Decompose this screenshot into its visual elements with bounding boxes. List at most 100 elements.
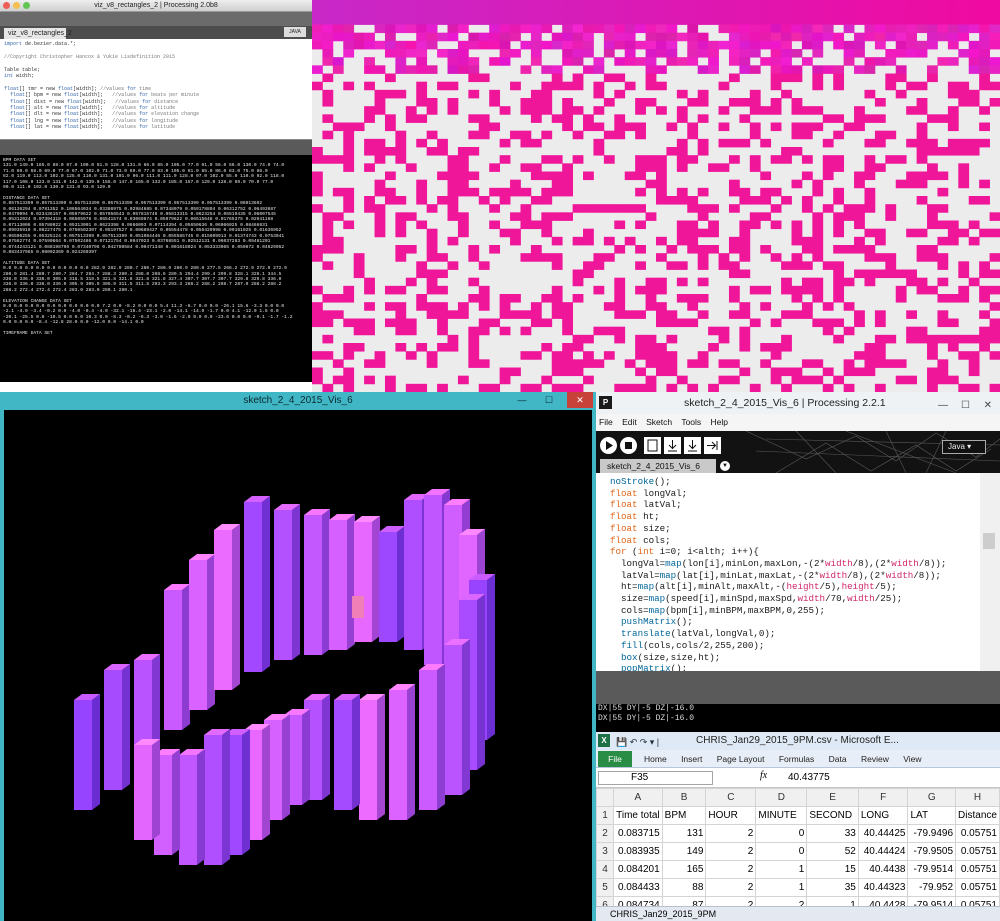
heatmap-cell — [781, 343, 792, 352]
table-cell[interactable]: LAT — [907, 806, 957, 825]
table-cell[interactable]: 0.05751 — [955, 878, 1000, 897]
menu-sketch[interactable]: Sketch — [646, 417, 672, 427]
code-editor[interactable]: noStroke(); float longVal; float latVal; fl… — [596, 473, 980, 671]
table-cell[interactable]: 0.05751 — [955, 824, 1000, 843]
menu-tools[interactable]: Tools — [681, 417, 701, 427]
export-icon[interactable] — [704, 437, 721, 454]
tab-data[interactable]: Data — [829, 754, 847, 764]
table-cell[interactable]: 2 — [705, 842, 757, 861]
minimize-dot-icon[interactable] — [13, 2, 20, 9]
column-header[interactable]: F — [857, 788, 909, 807]
table-cell[interactable]: 149 — [661, 842, 707, 861]
table-cell[interactable]: 40.4438 — [857, 860, 909, 879]
name-box[interactable]: F35 — [598, 771, 713, 785]
table-cell[interactable]: 0.05751 — [955, 842, 1000, 861]
table-cell[interactable]: BPM — [661, 806, 707, 825]
tab-review[interactable]: Review — [861, 754, 889, 764]
row-header[interactable]: 3 — [596, 842, 615, 861]
column-header[interactable]: B — [661, 788, 707, 807]
minimize-button[interactable]: — — [512, 392, 532, 408]
table-cell[interactable]: 2 — [705, 860, 757, 879]
table-cell[interactable]: MINUTE — [755, 806, 808, 825]
menu-edit[interactable]: Edit — [622, 417, 637, 427]
table-cell[interactable]: Distance — [955, 806, 1000, 825]
sketch-tab[interactable]: sketch_2_4_2015_Vis_6 — [600, 459, 716, 473]
column-header[interactable]: C — [705, 788, 757, 807]
table-cell[interactable]: -79.9496 — [907, 824, 957, 843]
table-cell[interactable]: SECOND — [806, 806, 859, 825]
menu-help[interactable]: Help — [711, 417, 728, 427]
row-header[interactable]: 5 — [596, 878, 615, 897]
table-cell[interactable]: 0.083935 — [613, 842, 663, 861]
maximize-icon[interactable]: ☐ — [961, 395, 970, 417]
code-editor[interactable]: import de.bezier.data.*; //Copyright Chr… — [0, 39, 312, 139]
column-header[interactable]: A — [613, 788, 663, 807]
table-cell[interactable]: 0 — [755, 824, 808, 843]
minimize-icon[interactable]: — — [938, 395, 948, 417]
table-cell[interactable]: 165 — [661, 860, 707, 879]
table-cell[interactable]: Time total — [613, 806, 663, 825]
stop-button[interactable] — [620, 437, 637, 454]
column-header[interactable] — [596, 788, 615, 807]
table-cell[interactable]: 0.083715 — [613, 824, 663, 843]
new-sketch-icon[interactable] — [644, 437, 661, 454]
table-cell[interactable]: 88 — [661, 878, 707, 897]
row-header[interactable]: 1 — [596, 806, 615, 825]
maximize-button[interactable]: ☐ — [538, 392, 560, 408]
table-cell[interactable]: 0.084433 — [613, 878, 663, 897]
table-cell[interactable]: 52 — [806, 842, 859, 861]
table-cell[interactable]: HOUR — [705, 806, 757, 825]
column-header[interactable]: H — [955, 788, 1000, 807]
table-cell[interactable]: 35 — [806, 878, 859, 897]
sketch-tab[interactable]: viz_v8_rectangles_2 — [4, 28, 72, 39]
tab-menu-arrow-icon[interactable]: ▼ — [720, 461, 730, 471]
sheet-tab[interactable]: CHRIS_Jan29_2015_9PM — [610, 909, 716, 919]
menu-file[interactable]: File — [599, 417, 613, 427]
table-cell[interactable]: 40.44323 — [857, 878, 909, 897]
table-cell[interactable]: 40.44424 — [857, 842, 909, 861]
mode-selector[interactable]: JAVA — [284, 27, 306, 37]
formula-input[interactable]: 40.43775 — [788, 771, 830, 785]
column-header[interactable]: E — [806, 788, 859, 807]
tab-insert[interactable]: Insert — [681, 754, 702, 764]
table-cell[interactable]: -79.9514 — [907, 860, 957, 879]
table-cell[interactable]: 1 — [755, 860, 808, 879]
spreadsheet-grid[interactable]: A B C D E F G H 1 Time total BPM HOUR MINUTE SECOND LO… — [596, 788, 1000, 921]
fx-icon[interactable]: fx — [760, 770, 767, 781]
table-cell[interactable]: 131 — [661, 824, 707, 843]
tab-page-layout[interactable]: Page Layout — [717, 754, 765, 764]
table-cell[interactable]: 0 — [755, 842, 808, 861]
save-icon[interactable] — [684, 437, 701, 454]
open-icon[interactable] — [664, 437, 681, 454]
table-cell[interactable]: 40.44425 — [857, 824, 909, 843]
run-button[interactable] — [600, 437, 617, 454]
heatmap-cell — [541, 253, 553, 262]
column-header[interactable]: G — [907, 788, 957, 807]
scrollbar-thumb[interactable] — [983, 533, 995, 549]
table-cell[interactable]: 33 — [806, 824, 859, 843]
sketch-canvas[interactable] — [4, 410, 592, 921]
close-button[interactable]: ✕ — [567, 392, 593, 408]
row-header[interactable]: 2 — [596, 824, 615, 843]
table-cell[interactable]: 0.05751 — [955, 860, 1000, 879]
row-header[interactable]: 4 — [596, 860, 615, 879]
file-tab[interactable]: File — [598, 751, 632, 767]
mode-selector[interactable]: Java ▾ — [942, 440, 986, 454]
tab-home[interactable]: Home — [644, 754, 667, 764]
table-cell[interactable]: 0.084201 — [613, 860, 663, 879]
table-cell[interactable]: 2 — [705, 824, 757, 843]
editor-scrollbar[interactable] — [980, 473, 1000, 671]
tab-view[interactable]: View — [903, 754, 921, 764]
table-cell[interactable]: -79.952 — [907, 878, 957, 897]
table-cell[interactable]: 2 — [705, 878, 757, 897]
quick-access-toolbar[interactable]: 💾 ↶ ↷ ▾ | — [616, 733, 659, 750]
table-cell[interactable]: -79.9505 — [907, 842, 957, 861]
table-cell[interactable]: 1 — [755, 878, 808, 897]
close-icon[interactable]: ✕ — [984, 395, 992, 417]
table-cell[interactable]: 15 — [806, 860, 859, 879]
close-dot-icon[interactable] — [3, 2, 10, 9]
table-cell[interactable]: LONG — [857, 806, 909, 825]
tab-formulas[interactable]: Formulas — [779, 754, 814, 764]
column-header[interactable]: D — [755, 788, 808, 807]
zoom-dot-icon[interactable] — [23, 2, 30, 9]
